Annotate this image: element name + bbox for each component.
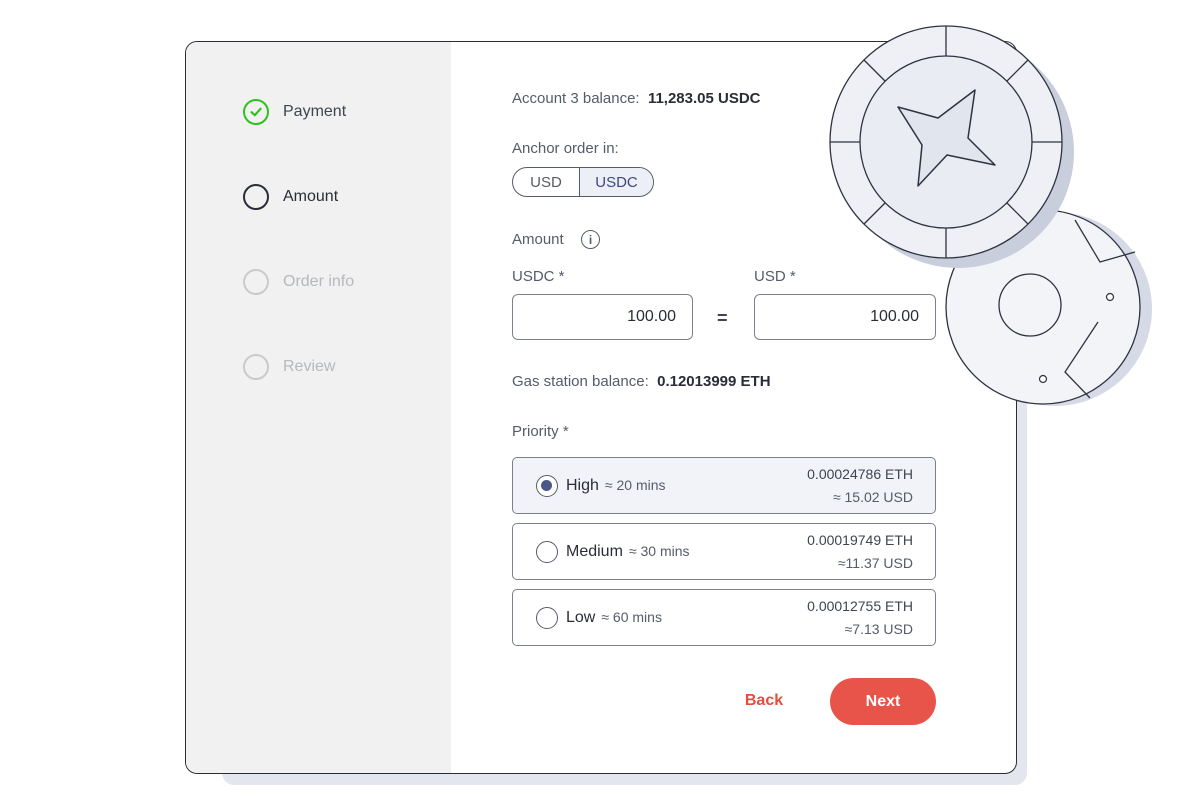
priority-eth-fee: 0.00024786 ETH (807, 466, 913, 482)
priority-name-text: High (566, 477, 599, 494)
priority-option-high[interactable]: High ≈ 20 mins 0.00024786 ETH ≈ 15.02 USD (512, 457, 936, 514)
account-balance-label: Account 3 balance: (512, 90, 640, 107)
next-button[interactable]: Next (830, 678, 936, 725)
priority-usd-fee: ≈7.13 USD (844, 621, 913, 637)
amount-form: Account 3 balance: 11,283.05 USDC Anchor… (186, 42, 1016, 773)
priority-name: High ≈ 20 mins (566, 477, 666, 495)
account-balance-value: 11,283.05 USDC (647, 90, 761, 107)
priority-eth-fee: 0.00012755 ETH (807, 598, 913, 614)
priority-time: ≈ 30 mins (628, 543, 690, 559)
priority-usd-fee: ≈ 15.02 USD (832, 489, 913, 505)
gas-balance: Gas station balance: 0.12013999 ETH (512, 373, 771, 390)
order-card: Payment Amount Order info Review Account… (185, 41, 1017, 774)
anchor-option-usdc[interactable]: USDC (579, 168, 653, 196)
anchor-toggle: USD USDC (512, 167, 654, 197)
radio-button[interactable] (536, 607, 558, 629)
priority-time: ≈ 20 mins (604, 477, 666, 493)
priority-label: Priority * (512, 423, 569, 440)
radio-button[interactable] (536, 475, 558, 497)
usdc-amount-input[interactable] (512, 294, 693, 340)
priority-name: Low ≈ 60 mins (566, 609, 662, 627)
back-button[interactable]: Back (724, 679, 804, 723)
usd-amount-input[interactable] (754, 294, 936, 340)
priority-option-low[interactable]: Low ≈ 60 mins 0.00012755 ETH ≈7.13 USD (512, 589, 936, 646)
anchor-option-usd[interactable]: USD (513, 168, 579, 196)
anchor-label: Anchor order in: (512, 140, 619, 157)
priority-name: Medium ≈ 30 mins (566, 543, 690, 561)
priority-eth-fee: 0.00019749 ETH (807, 532, 913, 548)
gas-balance-value: 0.12013999 ETH (657, 373, 771, 390)
radio-button[interactable] (536, 541, 558, 563)
priority-time: ≈ 60 mins (601, 609, 662, 625)
priority-name-text: Low (566, 609, 596, 626)
gas-balance-label: Gas station balance: (512, 373, 649, 390)
priority-name-text: Medium (566, 543, 623, 560)
usd-field-label: USD * (754, 268, 796, 285)
priority-option-medium[interactable]: Medium ≈ 30 mins 0.00019749 ETH ≈11.37 US… (512, 523, 936, 580)
amount-label: Amount (512, 231, 564, 248)
radio-dot (541, 480, 552, 491)
info-icon[interactable]: i (581, 230, 600, 249)
equals-sign: = (717, 308, 728, 328)
usdc-field-label: USDC * (512, 268, 565, 285)
priority-usd-fee: ≈11.37 USD (837, 555, 913, 571)
account-balance: Account 3 balance: 11,283.05 USDC (512, 90, 761, 107)
